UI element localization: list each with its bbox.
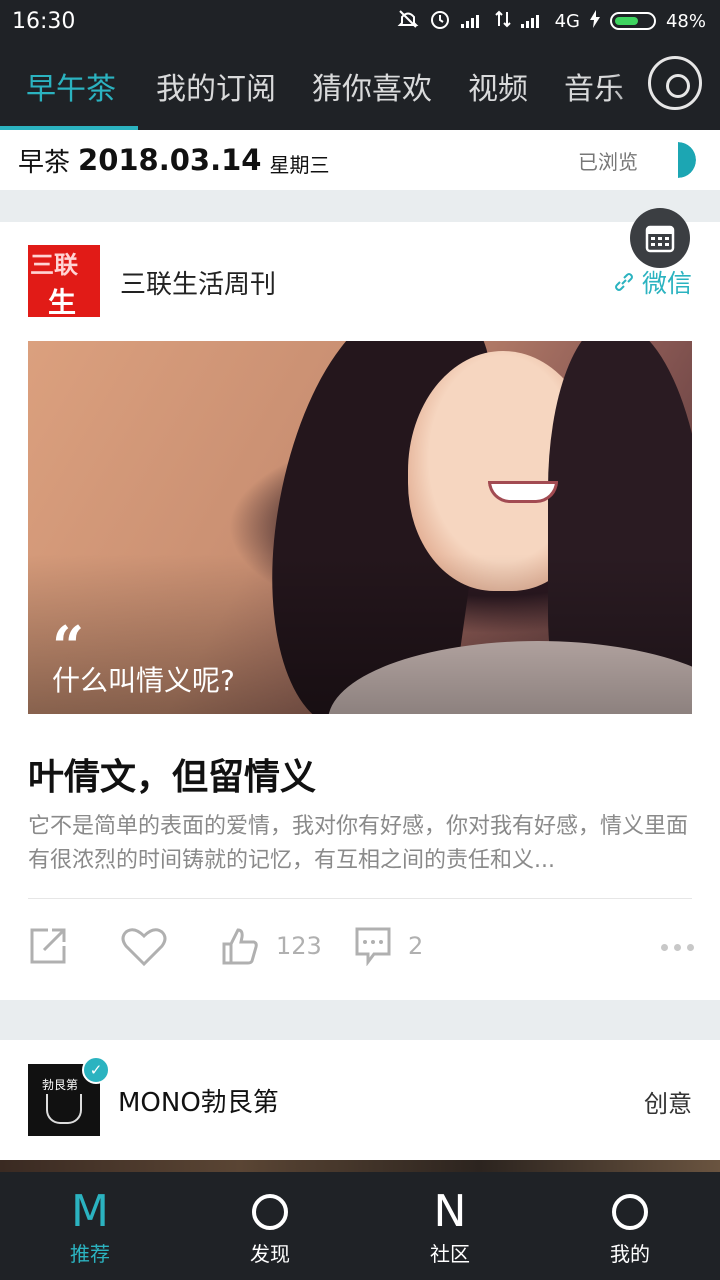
article-card[interactable]: 三联 生活 三联生活周刊 微信 “ 什么叫情义呢? 叶倩文，但留情义 它不是简单…	[0, 208, 720, 1000]
next-cover-peek	[0, 1160, 720, 1172]
battery-icon	[609, 12, 656, 30]
signal-icon	[460, 14, 485, 28]
bottom-nav-recommend[interactable]: M 推荐	[0, 1172, 180, 1280]
discover-icon	[252, 1194, 288, 1230]
alarm-icon	[429, 8, 451, 35]
calendar-icon	[645, 225, 675, 253]
source-logo[interactable]: 三联 生活	[28, 245, 100, 317]
heart-icon	[121, 928, 167, 967]
trophy-icon	[46, 1094, 82, 1124]
source-name-2[interactable]: MONO勃艮第	[118, 1082, 279, 1119]
mute-icon	[397, 8, 419, 35]
browsed-label: 已浏览	[578, 150, 638, 174]
date-bar: 早茶 2018.03.14 星期三 已浏览	[0, 130, 720, 190]
bottom-nav-mine[interactable]: 我的	[540, 1172, 720, 1280]
like-count: 123	[276, 932, 322, 960]
status-bar: 16:30 4G 48%	[0, 0, 720, 42]
recommend-icon: M	[71, 1186, 109, 1237]
tab-guess-you-like[interactable]: 猜你喜欢	[294, 42, 450, 130]
article-actions: 123 2	[0, 922, 720, 976]
more-options-icon[interactable]	[661, 944, 694, 951]
bottom-nav-label: 发现	[250, 1242, 290, 1266]
article-summary: 它不是简单的表面的爱情，我对你有好感，你对我有好感，情义里面有很浓烈的时间铸就的…	[28, 814, 689, 873]
tab-my-subscriptions[interactable]: 我的订阅	[138, 42, 294, 130]
data-transfer-icon	[494, 10, 511, 33]
bottom-nav-community[interactable]: N 社区	[360, 1172, 540, 1280]
signal-icon-2	[520, 14, 545, 28]
profile-icon	[612, 1194, 648, 1230]
bottom-nav-label: 社区	[430, 1242, 470, 1266]
browse-progress-indicator	[660, 142, 696, 178]
bottom-nav-discover[interactable]: 发现	[180, 1172, 360, 1280]
thumbs-up-icon	[222, 928, 258, 965]
battery-percent: 48%	[665, 10, 706, 32]
tab-video[interactable]: 视频	[450, 42, 546, 130]
bottom-nav-label: 推荐	[70, 1242, 110, 1266]
calendar-button[interactable]	[630, 208, 690, 268]
tab-brunch[interactable]: 早午茶	[0, 42, 138, 130]
source-name[interactable]: 三联生活周刊	[120, 264, 276, 301]
date-value: 2018.03.14	[78, 143, 262, 177]
article-card-2[interactable]: 勃艮第 ✓ MONO勃艮第 创意	[0, 1040, 720, 1160]
date-label: 早茶	[18, 147, 71, 178]
bottom-nav-label: 我的	[610, 1242, 650, 1266]
link-icon	[614, 273, 633, 291]
share-button[interactable]	[28, 926, 68, 966]
cover-quote: 什么叫情义呢?	[52, 664, 235, 697]
comment-button[interactable]: 2	[354, 926, 423, 966]
like-button[interactable]: 123	[220, 926, 322, 966]
article-cover-image[interactable]: “ 什么叫情义呢?	[28, 341, 692, 714]
charging-icon	[589, 9, 600, 33]
community-icon: N	[433, 1186, 467, 1237]
divider	[28, 898, 692, 899]
network-type: 4G	[554, 10, 580, 32]
share-icon	[30, 928, 66, 964]
source-link-button[interactable]: 微信	[612, 264, 692, 300]
favorite-button[interactable]	[120, 926, 168, 968]
status-time: 16:30	[12, 8, 76, 34]
comment-count: 2	[408, 932, 424, 960]
disc-icon[interactable]	[648, 56, 702, 110]
article-title[interactable]: 叶倩文，但留情义	[28, 748, 316, 800]
category-tag[interactable]: 创意	[644, 1084, 692, 1119]
status-icons: 4G 48%	[397, 8, 706, 35]
verified-badge-icon: ✓	[82, 1056, 110, 1084]
top-nav: 早午茶 我的订阅 猜你喜欢 视频 音乐	[0, 42, 720, 130]
date-weekday: 星期三	[269, 152, 330, 177]
bottom-nav: M 推荐 发现 N 社区 我的	[0, 1172, 720, 1280]
source-link-label: 微信	[641, 269, 692, 298]
comment-icon	[355, 927, 391, 966]
